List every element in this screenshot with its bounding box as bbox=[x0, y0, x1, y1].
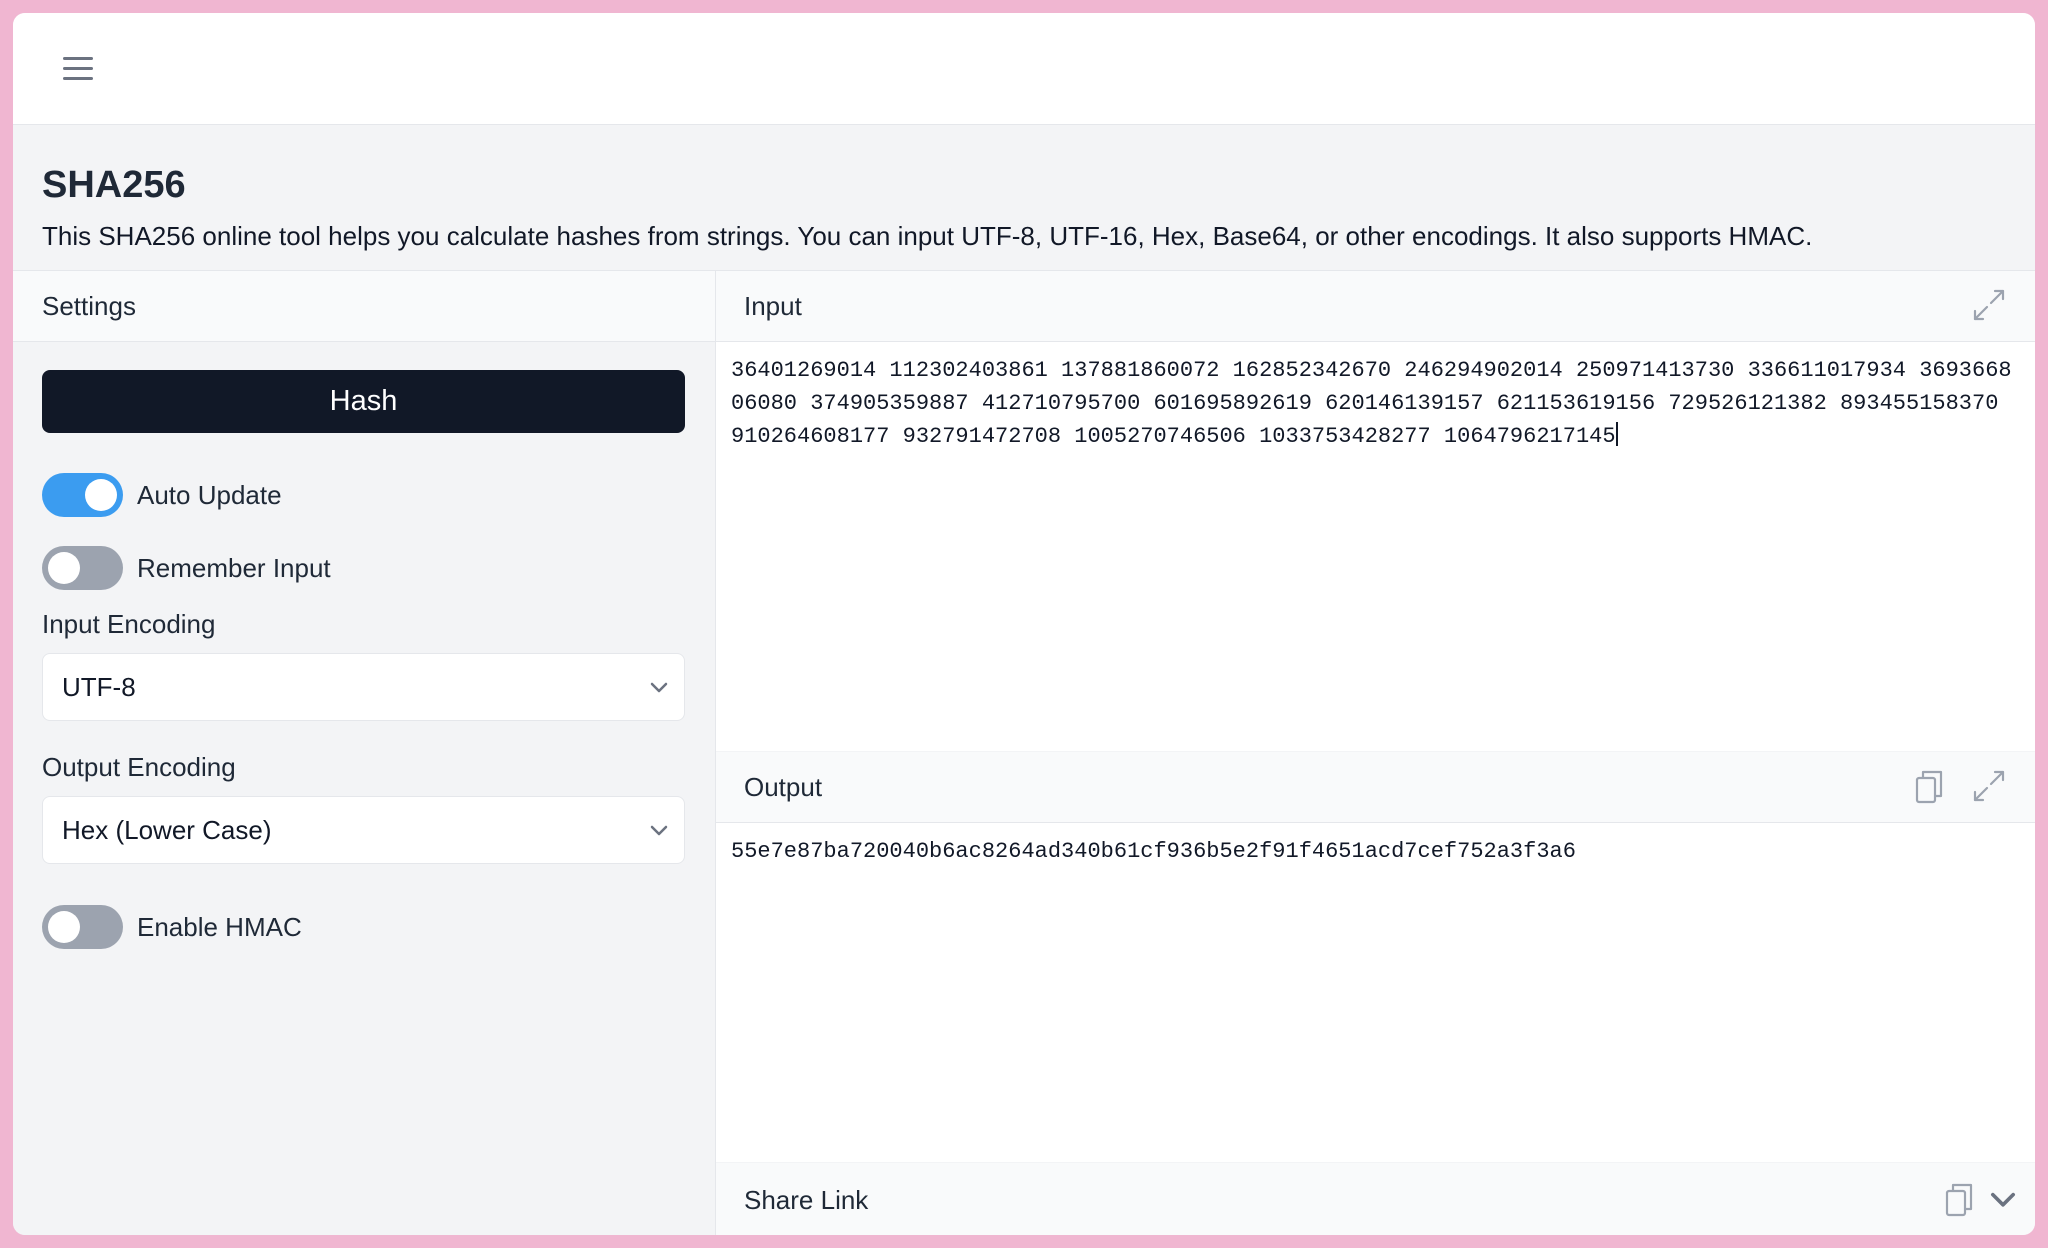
remember-input-label: Remember Input bbox=[137, 552, 331, 583]
share-link-header[interactable]: Share Link bbox=[716, 1163, 2035, 1235]
toggle-knob bbox=[85, 479, 117, 511]
chevron-down-icon[interactable] bbox=[1987, 1183, 2019, 1215]
chevron-down-icon bbox=[650, 682, 668, 693]
expand-icon[interactable] bbox=[1969, 285, 2009, 325]
page-title: SHA256 bbox=[42, 164, 186, 206]
output-encoding-value: Hex (Lower Case) bbox=[62, 815, 272, 845]
input-heading: Input bbox=[744, 291, 802, 321]
expand-icon[interactable] bbox=[1969, 766, 2009, 806]
output-encoding-select[interactable]: Hex (Lower Case) bbox=[42, 796, 685, 864]
share-link-heading: Share Link bbox=[744, 1185, 869, 1215]
output-heading: Output bbox=[744, 772, 823, 802]
main-panel: Input 36401269014 112302403861 137881860… bbox=[715, 271, 2035, 1235]
remember-input-toggle[interactable] bbox=[42, 546, 123, 590]
auto-update-toggle[interactable] bbox=[42, 473, 123, 517]
remember-input-row: Remember Input bbox=[42, 546, 331, 590]
auto-update-row: Auto Update bbox=[42, 473, 282, 517]
output-encoding-label: Output Encoding bbox=[42, 752, 236, 782]
auto-update-label: Auto Update bbox=[137, 479, 282, 510]
page-description: This SHA256 online tool helps you calcul… bbox=[42, 221, 1813, 251]
enable-hmac-label: Enable HMAC bbox=[137, 911, 302, 942]
hash-button[interactable]: Hash bbox=[42, 370, 685, 433]
toggle-knob bbox=[48, 552, 80, 584]
hamburger-menu-icon[interactable] bbox=[57, 49, 97, 89]
output-textarea[interactable]: 55e7e87ba720040b6ac8264ad340b61cf936b5e2… bbox=[716, 823, 2035, 1162]
copy-icon[interactable] bbox=[1938, 1179, 1978, 1219]
top-bar bbox=[13, 13, 2035, 125]
copy-icon[interactable] bbox=[1908, 766, 1948, 806]
input-encoding-label: Input Encoding bbox=[42, 609, 216, 639]
input-encoding-value: UTF-8 bbox=[62, 672, 136, 702]
toggle-knob bbox=[48, 911, 80, 943]
input-encoding-select[interactable]: UTF-8 bbox=[42, 653, 685, 721]
chevron-down-icon bbox=[650, 825, 668, 836]
output-text: 55e7e87ba720040b6ac8264ad340b61cf936b5e2… bbox=[731, 839, 1576, 864]
page-header: SHA256 This SHA256 online tool helps you… bbox=[13, 125, 2035, 270]
settings-header: Settings bbox=[13, 271, 715, 342]
enable-hmac-row: Enable HMAC bbox=[42, 905, 302, 949]
enable-hmac-toggle[interactable] bbox=[42, 905, 123, 949]
input-header: Input bbox=[716, 271, 2035, 342]
settings-panel: Settings Hash Auto Update Remember Input… bbox=[13, 271, 715, 1235]
output-header: Output bbox=[716, 752, 2035, 823]
input-text: 36401269014 112302403861 137881860072 16… bbox=[731, 358, 2012, 449]
workspace: Settings Hash Auto Update Remember Input… bbox=[13, 270, 2035, 1235]
settings-heading: Settings bbox=[42, 291, 136, 321]
input-textarea[interactable]: 36401269014 112302403861 137881860072 16… bbox=[716, 342, 2035, 751]
app-window: SHA256 This SHA256 online tool helps you… bbox=[13, 13, 2035, 1235]
text-caret bbox=[1615, 422, 1618, 446]
